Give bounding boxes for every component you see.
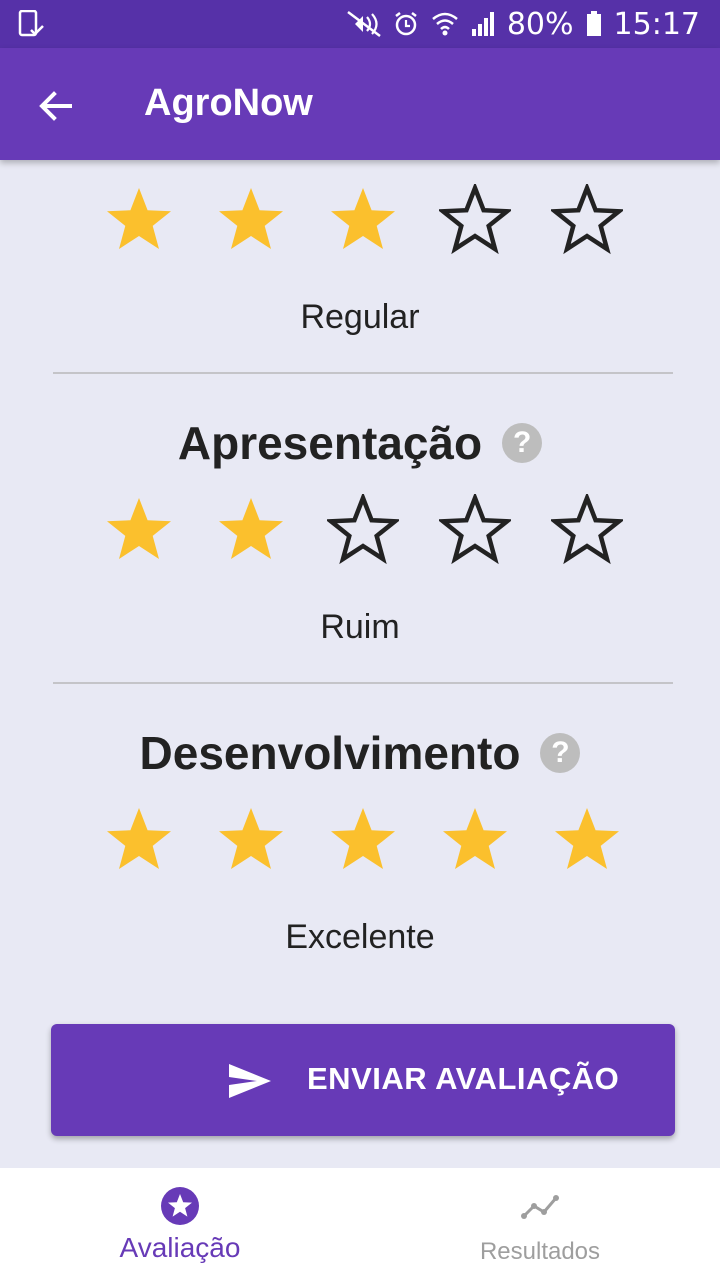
arrow-back-icon[interactable] (36, 86, 76, 126)
section-title-text: Desenvolvimento (139, 726, 521, 779)
star-outline-icon[interactable] (548, 491, 626, 566)
evaluation-content: Regular Apresentação? Ruim Desenvolvimen… (0, 160, 720, 1168)
bottom-navigation: Avaliação Resultados (0, 1168, 720, 1280)
rating-label-2: Ruim (320, 608, 400, 646)
nav-label-resultados: Resultados (479, 1238, 601, 1265)
device-check-icon (18, 9, 44, 43)
signal-icon (471, 11, 495, 37)
rating-label-1: Regular (300, 298, 420, 336)
clock: 15:17 (613, 6, 700, 42)
star-filled-icon[interactable] (439, 804, 511, 876)
rating-stars-3 (0, 804, 720, 884)
wifi-icon (431, 11, 459, 37)
star-filled-icon[interactable] (327, 804, 399, 876)
star-outline-icon[interactable] (324, 491, 402, 566)
divider (53, 682, 673, 684)
star-filled-icon[interactable] (215, 804, 287, 876)
star-circle-icon (161, 1187, 199, 1225)
submit-evaluation-button[interactable]: ENVIAR AVALIAÇÃO (51, 1024, 675, 1136)
battery-icon (586, 11, 602, 37)
star-filled-icon[interactable] (551, 804, 623, 876)
nav-item-avaliacao[interactable]: Avaliação (0, 1168, 360, 1280)
nav-item-resultados[interactable]: Resultados (360, 1168, 720, 1280)
help-icon[interactable]: ? (540, 732, 581, 773)
star-outline-icon[interactable] (548, 181, 626, 256)
app-title: AgroNow (144, 82, 313, 124)
trend-line-icon (521, 1195, 559, 1219)
status-bar: 80% 15:17 (0, 0, 720, 48)
star-filled-icon[interactable] (103, 184, 175, 256)
star-outline-icon[interactable] (436, 491, 514, 566)
submit-label: ENVIAR AVALIAÇÃO (307, 1061, 620, 1096)
app-bar: AgroNow (0, 48, 720, 160)
star-filled-icon[interactable] (103, 494, 175, 566)
section-title-desenvolvimento: Desenvolvimento? (0, 722, 720, 780)
section-title-apresentacao: Apresentação? (0, 412, 720, 470)
star-filled-icon[interactable] (215, 184, 287, 256)
star-outline-icon[interactable] (436, 181, 514, 256)
nav-label-avaliacao: Avaliação (119, 1232, 241, 1263)
mute-icon (347, 11, 381, 37)
star-filled-icon[interactable] (327, 184, 399, 256)
alarm-icon (393, 11, 419, 37)
star-filled-icon[interactable] (103, 804, 175, 876)
section-title-text: Apresentação (177, 416, 483, 469)
help-icon[interactable]: ? (502, 422, 543, 463)
send-icon (229, 1064, 271, 1098)
divider (53, 372, 673, 374)
battery-level: 80% (506, 6, 574, 42)
star-filled-icon[interactable] (215, 494, 287, 566)
rating-stars-2 (0, 491, 720, 574)
rating-stars-1 (0, 181, 720, 264)
rating-label-3: Excelente (285, 918, 435, 956)
